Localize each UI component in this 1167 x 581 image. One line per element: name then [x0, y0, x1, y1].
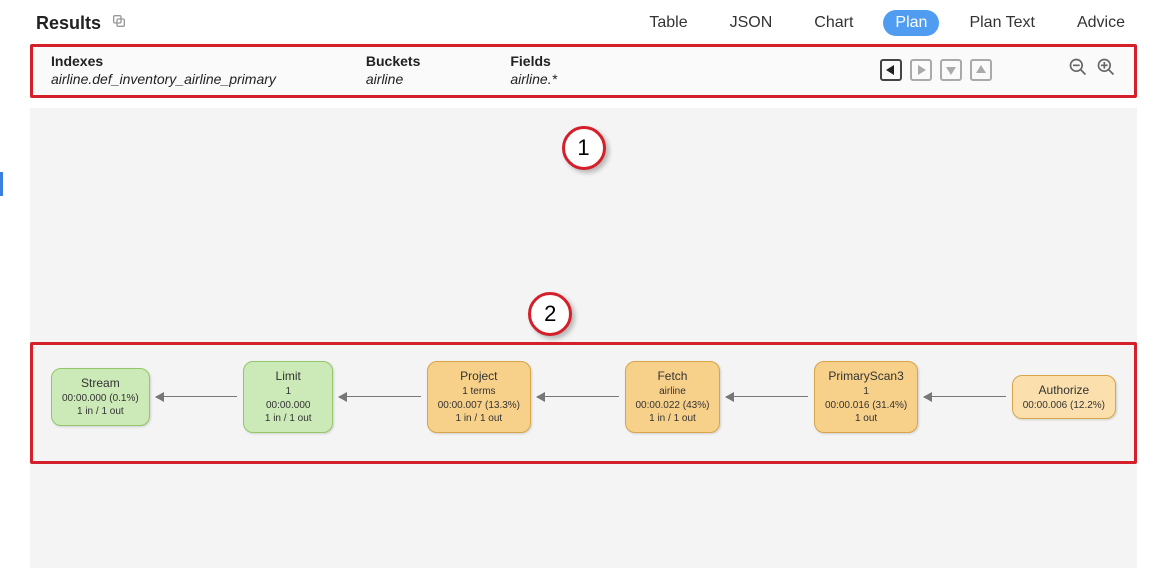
plan-node-line: 00:00.000 — [254, 399, 322, 413]
info-indexes-label: Indexes — [51, 53, 276, 69]
plan-node-title: Project — [438, 368, 520, 384]
info-fields: Fields airline.* — [510, 53, 557, 87]
result-tabs: Table JSON Chart Plan Plan Text Advice — [637, 10, 1137, 36]
orient-up-icon[interactable] — [970, 59, 992, 81]
info-bar: Indexes airline.def_inventory_airline_pr… — [33, 47, 1134, 95]
tab-plan[interactable]: Plan — [883, 10, 939, 36]
orient-left-icon[interactable] — [880, 59, 902, 81]
header-row: Results Table JSON Chart Plan Plan Text … — [0, 0, 1167, 42]
info-columns: Indexes airline.def_inventory_airline_pr… — [51, 53, 557, 87]
zoom-out-icon[interactable] — [1068, 57, 1088, 82]
plan-flow-highlight: Stream 00:00.000 (0.1%) 1 in / 1 out Lim… — [30, 342, 1137, 464]
flow-arrow — [339, 396, 421, 397]
flow-arrow — [537, 396, 619, 397]
plan-node-primaryscan3[interactable]: PrimaryScan3 1 00:00.016 (31.4%) 1 out — [814, 361, 918, 433]
tab-json[interactable]: JSON — [718, 10, 785, 36]
info-fields-label: Fields — [510, 53, 557, 69]
info-buckets: Buckets airline — [366, 53, 420, 87]
plan-toolbar — [880, 57, 1116, 82]
flow-arrow — [924, 396, 1006, 397]
plan-node-line: 00:00.000 (0.1%) — [62, 392, 139, 406]
results-title-group: Results — [36, 13, 127, 34]
plan-node-title: Authorize — [1023, 382, 1105, 398]
plan-node-title: Limit — [254, 368, 322, 384]
info-buckets-label: Buckets — [366, 53, 420, 69]
tab-plantext[interactable]: Plan Text — [957, 10, 1047, 36]
plan-node-limit[interactable]: Limit 1 00:00.000 1 in / 1 out — [243, 361, 333, 433]
tab-table[interactable]: Table — [637, 10, 699, 36]
plan-canvas[interactable]: 1 2 Stream 00:00.000 (0.1%) 1 in / 1 out… — [30, 108, 1137, 568]
plan-node-authorize[interactable]: Authorize 00:00.006 (12.2%) — [1012, 375, 1116, 420]
info-indexes-value: airline.def_inventory_airline_primary — [51, 71, 276, 87]
results-heading: Results — [36, 13, 101, 34]
plan-node-line: 1 in / 1 out — [438, 412, 520, 426]
left-accent-bar — [0, 172, 3, 196]
plan-node-line: 1 in / 1 out — [62, 405, 139, 419]
flow-arrow — [156, 396, 238, 397]
plan-node-line: 1 out — [825, 412, 907, 426]
plan-node-title: Stream — [62, 375, 139, 391]
info-indexes: Indexes airline.def_inventory_airline_pr… — [51, 53, 276, 87]
callout-1: 1 — [562, 126, 606, 170]
plan-node-title: Fetch — [636, 368, 710, 384]
info-bar-highlight: Indexes airline.def_inventory_airline_pr… — [30, 44, 1137, 98]
plan-node-line: 1 in / 1 out — [254, 412, 322, 426]
info-buckets-value: airline — [366, 71, 420, 87]
zoom-in-icon[interactable] — [1096, 57, 1116, 82]
plan-node-line: airline — [636, 385, 710, 399]
plan-node-line: 1 — [825, 385, 907, 399]
plan-node-line: 00:00.016 (31.4%) — [825, 399, 907, 413]
plan-node-line: 1 in / 1 out — [636, 412, 710, 426]
tab-chart[interactable]: Chart — [802, 10, 865, 36]
orient-down-icon[interactable] — [940, 59, 962, 81]
plan-node-line: 00:00.006 (12.2%) — [1023, 399, 1105, 413]
info-fields-value: airline.* — [510, 71, 557, 87]
tab-advice[interactable]: Advice — [1065, 10, 1137, 36]
plan-node-line: 1 — [254, 385, 322, 399]
plan-node-fetch[interactable]: Fetch airline 00:00.022 (43%) 1 in / 1 o… — [625, 361, 721, 433]
orient-right-icon[interactable] — [910, 59, 932, 81]
callout-2: 2 — [528, 292, 572, 336]
plan-node-stream[interactable]: Stream 00:00.000 (0.1%) 1 in / 1 out — [51, 368, 150, 426]
plan-node-title: PrimaryScan3 — [825, 368, 907, 384]
plan-node-line: 1 terms — [438, 385, 520, 399]
plan-node-line: 00:00.007 (13.3%) — [438, 399, 520, 413]
copy-icon[interactable] — [111, 13, 127, 34]
flow-arrow — [726, 396, 808, 397]
plan-node-project[interactable]: Project 1 terms 00:00.007 (13.3%) 1 in /… — [427, 361, 531, 433]
plan-node-line: 00:00.022 (43%) — [636, 399, 710, 413]
